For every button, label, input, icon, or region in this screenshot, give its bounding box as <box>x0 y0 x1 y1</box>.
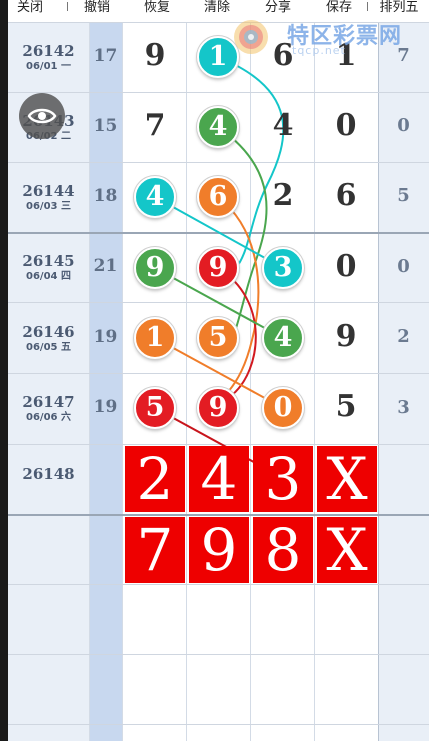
digit-cell[interactable]: 0 <box>315 249 377 284</box>
digit-cell[interactable]: 0 <box>315 108 377 143</box>
grid-vline <box>186 22 187 741</box>
grid-hline <box>8 232 429 234</box>
digit-ball[interactable]: 6 <box>197 176 239 218</box>
redo-button[interactable]: 恢复 <box>138 0 176 16</box>
issue-number: 26147 <box>22 393 75 411</box>
digit-ball[interactable]: 3 <box>262 247 304 289</box>
pick-cell[interactable]: 9 <box>189 517 249 583</box>
grid-vline <box>122 22 123 741</box>
toggle-visibility-button[interactable] <box>19 93 65 139</box>
save-button[interactable]: 保存 <box>320 0 358 16</box>
sum-value: 17 <box>93 46 118 66</box>
digit-cell[interactable]: 2 <box>252 178 314 213</box>
issue-number: 26142 <box>22 42 75 60</box>
pick-cell[interactable]: 3 <box>253 446 313 512</box>
watermark-url: tqcp.net <box>292 44 346 57</box>
lottery-type-button[interactable]: 排列五 <box>373 0 425 16</box>
grid-hline <box>8 373 429 374</box>
digit-ball[interactable]: 4 <box>134 176 176 218</box>
pick-cell[interactable]: X <box>317 446 377 512</box>
digit-ball[interactable]: 9 <box>134 247 176 289</box>
issue-number: 26146 <box>22 323 75 341</box>
grid-hline <box>8 584 429 585</box>
digit-ball[interactable]: 5 <box>134 387 176 429</box>
digit-ball[interactable]: 0 <box>262 387 304 429</box>
issue-date: 06/06 六 <box>26 412 71 423</box>
eye-icon <box>27 108 57 124</box>
trend-chart-screen: 关闭 撤销 恢复 清除 分享 保存 排列五 26142 06/01 一 17 9… <box>0 0 429 741</box>
digit-ball[interactable]: 4 <box>197 106 239 148</box>
digit-ball[interactable]: 5 <box>197 317 239 359</box>
close-button[interactable]: 关闭 <box>11 0 49 16</box>
share-button[interactable]: 分享 <box>259 0 297 16</box>
digit-cell[interactable]: 9 <box>315 319 377 354</box>
fifth-digit-value: 5 <box>397 185 410 206</box>
digit-cell[interactable]: 6 <box>315 178 377 213</box>
digit-ball[interactable]: 9 <box>197 387 239 429</box>
sum-value: 18 <box>93 186 118 206</box>
issue-date: 06/03 三 <box>26 201 71 212</box>
undo-button[interactable]: 撤销 <box>78 0 116 16</box>
grid-vline <box>250 22 251 741</box>
swirl-logo-icon <box>234 20 268 54</box>
row-issue-label: 26142 06/01 一 <box>8 42 89 73</box>
grid-hline <box>8 654 429 655</box>
digit-cell[interactable]: 4 <box>252 108 314 143</box>
left-edge-bar <box>0 0 8 741</box>
row-issue-label: 26148 <box>8 465 89 483</box>
row-issue-label: 26145 06/04 四 <box>8 252 89 283</box>
fifth-digit-value: 0 <box>397 115 410 136</box>
sum-value: 19 <box>93 327 118 347</box>
pick-cell[interactable]: X <box>317 517 377 583</box>
clear-button[interactable]: 清除 <box>198 0 236 16</box>
toolbar-divider <box>67 2 68 11</box>
digit-ball[interactable]: 9 <box>197 247 239 289</box>
row-issue-label: 26144 06/03 三 <box>8 182 89 213</box>
sum-value: 15 <box>93 116 118 136</box>
pick-cell[interactable]: 7 <box>125 517 185 583</box>
row-issue-label: 26147 06/06 六 <box>8 393 89 424</box>
issue-date: 06/05 五 <box>26 342 71 353</box>
grid-hline <box>8 162 429 163</box>
fifth-digit-value: 2 <box>397 326 410 347</box>
fifth-digit-value: 0 <box>397 256 410 277</box>
pick-cell[interactable]: 4 <box>189 446 249 512</box>
grid-hline <box>8 724 429 725</box>
toolbar-divider <box>367 2 368 11</box>
digit-ball[interactable]: 1 <box>134 317 176 359</box>
digit-cell[interactable]: 5 <box>315 389 377 424</box>
row-issue-label: 26146 06/05 五 <box>8 323 89 354</box>
sum-value: 19 <box>93 397 118 417</box>
issue-date: 06/04 四 <box>26 271 71 282</box>
grid-hline <box>8 92 429 93</box>
issue-date: 06/01 一 <box>26 61 71 72</box>
pick-cell[interactable]: 8 <box>253 517 313 583</box>
pick-cell[interactable]: 2 <box>125 446 185 512</box>
grid-hline <box>8 302 429 303</box>
digit-ball[interactable]: 4 <box>262 317 304 359</box>
digit-cell[interactable]: 7 <box>124 108 186 143</box>
issue-number: 26145 <box>22 252 75 270</box>
sum-value: 21 <box>93 256 118 276</box>
digit-cell[interactable]: 9 <box>124 38 186 73</box>
fifth-digit-value: 3 <box>397 397 410 418</box>
next-issue-number: 26148 <box>22 465 75 483</box>
issue-number: 26144 <box>22 182 75 200</box>
